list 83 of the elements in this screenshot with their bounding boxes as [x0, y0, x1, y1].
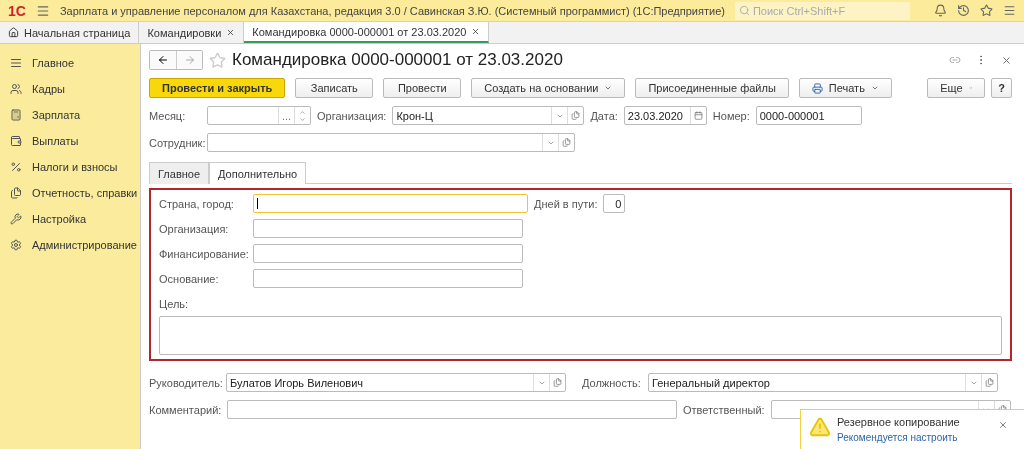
- field-label: Должность:: [582, 376, 642, 389]
- toolbar-button[interactable]: Печать: [798, 78, 892, 98]
- arrow-left-icon: [157, 54, 169, 66]
- list-icon: [10, 57, 22, 69]
- field-label: Организация:: [317, 109, 387, 122]
- open-icon[interactable]: [553, 378, 562, 387]
- menu-icon[interactable]: [35, 3, 50, 18]
- number-field[interactable]: 0000-000001: [755, 106, 862, 125]
- text-area[interactable]: [159, 316, 1002, 355]
- more-button[interactable]: Еще: [927, 78, 986, 98]
- warning-icon: [809, 416, 831, 438]
- field-label: Ответственный:: [683, 403, 765, 416]
- toolbar-button[interactable]: Присоединенные файлы: [635, 78, 789, 98]
- field-label: Финансирование:: [159, 247, 247, 260]
- calendar-icon[interactable]: [693, 111, 703, 120]
- sidebar-item[interactable]: Выплаты: [0, 128, 140, 154]
- calculator-icon: [10, 109, 22, 121]
- text-field[interactable]: [253, 244, 523, 263]
- sidebar-item[interactable]: Главное: [0, 50, 140, 76]
- field-label: Цель:: [159, 298, 190, 310]
- arrow-right-icon: [183, 54, 196, 66]
- open-icon[interactable]: [985, 378, 994, 387]
- toolbar-button[interactable]: Провести: [383, 78, 462, 98]
- position-field[interactable]: Генеральный директор: [648, 373, 998, 392]
- sidebar-item[interactable]: Администрирование: [0, 232, 140, 258]
- tab[interactable]: Командировка 0000-000001 от 23.03.2020: [244, 22, 490, 43]
- choose-button[interactable]: ...: [278, 107, 294, 124]
- field-label: Месяц:: [149, 109, 187, 122]
- people-icon: [10, 83, 22, 95]
- sidebar-item[interactable]: Кадры: [0, 76, 140, 102]
- percent-icon: [10, 161, 22, 173]
- field-label: Номер:: [712, 109, 750, 122]
- menu-icon[interactable]: [1003, 4, 1016, 17]
- head-field[interactable]: Булатов Игорь Виленович: [226, 373, 566, 392]
- open-icon[interactable]: [562, 138, 571, 147]
- field-label: Организация:: [159, 222, 230, 235]
- back-button[interactable]: [150, 51, 176, 69]
- month-field[interactable]: ...: [207, 106, 311, 125]
- help-button[interactable]: ?: [991, 78, 1012, 98]
- logo: 1С: [8, 2, 26, 19]
- link-icon[interactable]: [949, 54, 961, 66]
- wrench-icon: [10, 213, 22, 225]
- printer-icon: [811, 82, 823, 94]
- bell-icon[interactable]: [934, 4, 947, 17]
- open-icon[interactable]: [571, 111, 581, 120]
- field-label: Основание:: [159, 272, 220, 285]
- field-label: Руководитель:: [149, 376, 220, 389]
- sidebar-item[interactable]: Зарплата: [0, 102, 140, 128]
- search-icon: [738, 5, 750, 16]
- days-field[interactable]: 0: [603, 194, 626, 213]
- setup-link[interactable]: Рекомендуется настроить: [837, 432, 992, 443]
- field-label: Комментарий:: [149, 403, 221, 416]
- sidebar-item[interactable]: Отчетность, справки: [0, 180, 140, 206]
- home-icon: [8, 27, 19, 38]
- sidebar-item[interactable]: Налоги и взносы: [0, 154, 140, 180]
- employee-field[interactable]: [207, 133, 575, 152]
- comment-field[interactable]: [227, 400, 677, 419]
- sidebar-item[interactable]: Настройка: [0, 206, 140, 232]
- field-label: Страна, город:: [159, 197, 235, 210]
- wallet-icon: [10, 135, 22, 147]
- date-field[interactable]: 23.03.2020: [623, 106, 707, 125]
- text-field[interactable]: [253, 269, 523, 288]
- tab[interactable]: Главное: [149, 162, 210, 184]
- country-field[interactable]: [253, 194, 528, 213]
- text-field[interactable]: [253, 219, 523, 238]
- star-icon[interactable]: [980, 4, 993, 17]
- tab[interactable]: Дополнительно: [209, 162, 307, 184]
- close-icon[interactable]: [226, 28, 236, 37]
- form-title: Командировка 0000-000001 от 23.03.2020: [232, 50, 564, 70]
- organization-field[interactable]: Крон-Ц: [392, 106, 585, 125]
- document-icon: [10, 187, 22, 199]
- notification-title: Резервное копирование: [837, 416, 961, 428]
- close-icon[interactable]: [1001, 54, 1012, 66]
- window-title: Зарплата и управление персоналом для Казахстана, редакция 3.0 / Савинская З.Ю. (Системный программист) (1С:Предприятие): [59, 4, 725, 17]
- toolbar-button[interactable]: Записать: [295, 78, 374, 98]
- field-label: Дата:: [590, 109, 618, 122]
- close-icon[interactable]: [998, 420, 1008, 430]
- gear-icon: [10, 239, 22, 251]
- history-icon[interactable]: [957, 4, 970, 17]
- close-icon[interactable]: [471, 27, 481, 36]
- toolbar-button[interactable]: Создать на основании: [471, 78, 626, 98]
- field-label: Дней в пути:: [534, 197, 598, 210]
- toolbar-button[interactable]: Провести и закрыть: [149, 78, 286, 98]
